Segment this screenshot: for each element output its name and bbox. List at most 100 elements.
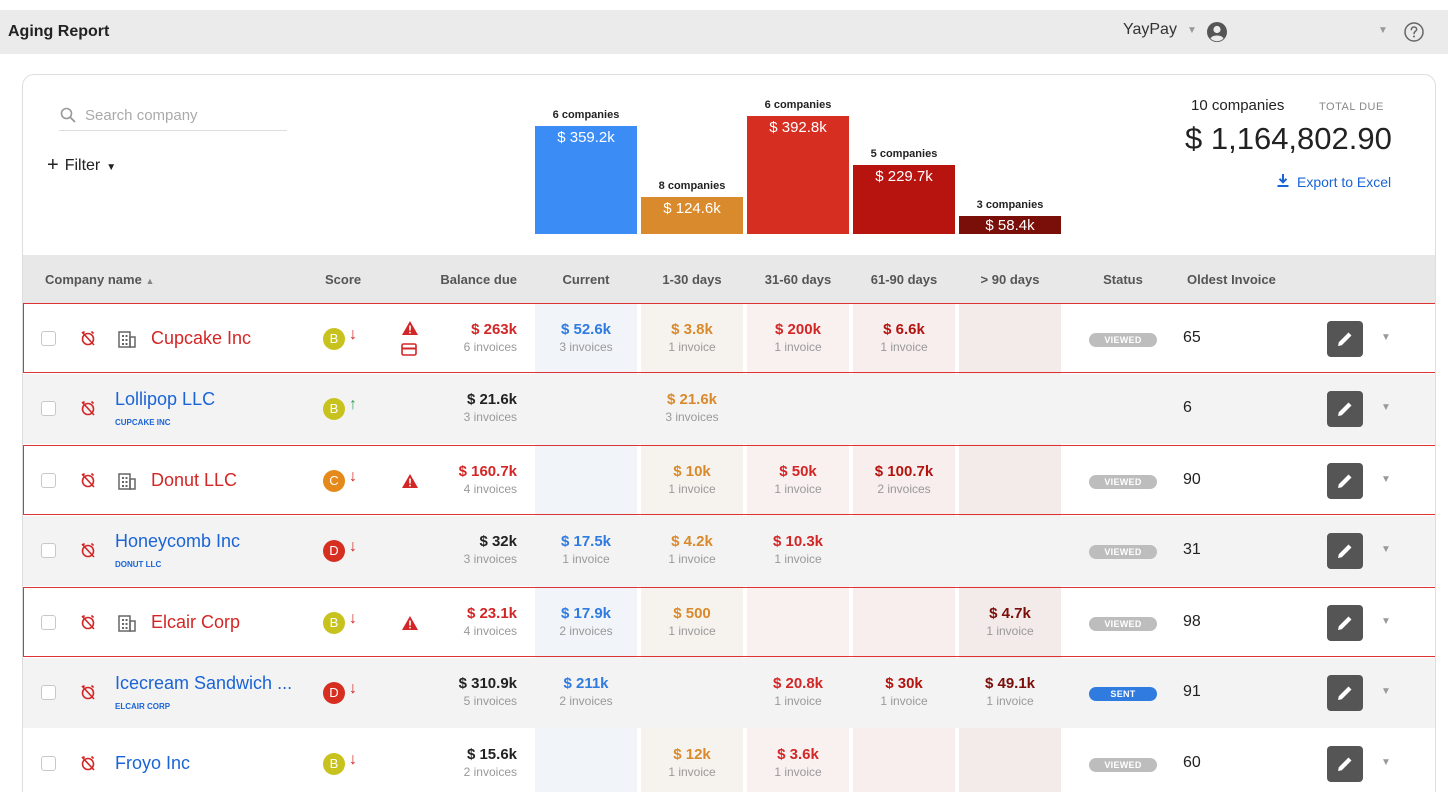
edit-button[interactable] — [1327, 463, 1363, 499]
d61-90-cell[interactable]: $ 6.6k 1 invoice — [853, 321, 955, 356]
company-name-link[interactable]: Froyo Inc — [115, 753, 190, 774]
search-input[interactable] — [85, 103, 285, 127]
balance-due-amount: $ 21.6k — [466, 391, 517, 408]
column-header-current[interactable]: Current — [535, 272, 637, 287]
d31-60-cell[interactable]: $ 20.8k 1 invoice — [747, 675, 849, 710]
edit-button[interactable] — [1327, 321, 1363, 357]
row-checkbox[interactable] — [41, 473, 56, 488]
row-menu-chevron-icon[interactable]: ▼ — [1381, 332, 1391, 343]
chevron-down-icon[interactable]: ▼ — [1187, 25, 1197, 36]
column-header-status[interactable]: Status — [1085, 272, 1161, 287]
d1-30-cell[interactable]: $ 21.6k 3 invoices — [641, 391, 743, 426]
row-menu-chevron-icon[interactable]: ▼ — [1381, 402, 1391, 413]
company-name-link[interactable]: Honeycomb Inc — [115, 531, 240, 552]
table-row[interactable]: Honeycomb Inc DONUT LLC D ↓ $ 32k 3 invoices $… — [23, 516, 1435, 586]
edit-button[interactable] — [1327, 391, 1363, 427]
score-badge: D — [323, 540, 345, 562]
plus-icon: + — [47, 154, 59, 176]
d31-60-invoice-count: 1 invoice — [774, 765, 822, 779]
column-header-oldest[interactable]: Oldest Invoice — [1187, 272, 1276, 287]
parent-company-link[interactable]: DONUT LLC — [115, 560, 161, 569]
company-count: 10 companies — [1191, 97, 1285, 114]
chart-bar[interactable]: $ 58.4k — [959, 216, 1061, 234]
oldest-invoice-days: 6 — [1183, 399, 1192, 416]
status-badge: VIEWED — [1089, 545, 1157, 559]
d1-30-cell[interactable]: $ 3.8k 1 invoice — [641, 321, 743, 356]
row-menu-chevron-icon[interactable]: ▼ — [1381, 686, 1391, 697]
chevron-down-icon[interactable]: ▼ — [1378, 25, 1388, 36]
filter-button[interactable]: + Filter ▼ — [47, 153, 116, 176]
d31-60-cell[interactable]: $ 200k 1 invoice — [747, 321, 849, 356]
parent-company-link[interactable]: CUPCAKE INC — [115, 418, 171, 427]
row-menu-chevron-icon[interactable]: ▼ — [1381, 544, 1391, 555]
table-row[interactable]: Elcair Corp B ↓ $ 23.1k 4 invoices $ 17.9k 2 i… — [23, 587, 1435, 657]
d61-90-cell[interactable]: $ 100.7k 2 invoices — [853, 463, 955, 498]
balance-invoice-count: 4 invoices — [463, 482, 517, 496]
oldest-invoice-days: 65 — [1183, 329, 1201, 346]
column-header-1-30[interactable]: 1-30 days — [641, 272, 743, 287]
company-name-link[interactable]: Cupcake Inc — [151, 328, 251, 349]
edit-button[interactable] — [1327, 605, 1363, 641]
row-checkbox[interactable] — [41, 331, 56, 346]
table-row[interactable]: Lollipop LLC CUPCAKE INC B ↑ $ 21.6k 3 invoic… — [23, 374, 1435, 444]
d61-90-cell[interactable]: $ 30k 1 invoice — [853, 675, 955, 710]
chart-bar[interactable]: $ 359.2k — [535, 126, 637, 234]
d1-30-cell[interactable]: $ 4.2k 1 invoice — [641, 533, 743, 568]
d31-60-cell[interactable]: $ 50k 1 invoice — [747, 463, 849, 498]
chart-bar[interactable]: $ 124.6k — [641, 197, 743, 234]
column-header-balance[interactable]: Balance due — [415, 272, 517, 287]
d90-cell[interactable]: $ 4.7k 1 invoice — [959, 605, 1061, 640]
d1-30-cell[interactable]: $ 500 1 invoice — [641, 605, 743, 640]
parent-company-link[interactable]: ELCAIR CORP — [115, 702, 170, 711]
balance-due-cell: $ 21.6k 3 invoices — [415, 391, 517, 426]
search-box[interactable] — [59, 103, 287, 131]
chart-bar-caption: 3 companies — [976, 199, 1044, 211]
edit-button[interactable] — [1327, 533, 1363, 569]
export-excel-link[interactable]: Export to Excel — [1277, 174, 1391, 190]
table-row[interactable]: Icecream Sandwich ... ELCAIR CORP D ↓ $ 310.… — [23, 658, 1435, 728]
trend-down-icon: ↓ — [349, 680, 357, 697]
company-name-link[interactable]: Elcair Corp — [151, 612, 240, 633]
row-menu-chevron-icon[interactable]: ▼ — [1381, 616, 1391, 627]
column-header-61-90[interactable]: 61-90 days — [853, 272, 955, 287]
table-row[interactable]: Cupcake Inc B ↓ $ 263k 6 invoices $ 52.6k 3 in… — [23, 303, 1435, 373]
row-menu-chevron-icon[interactable]: ▼ — [1381, 474, 1391, 485]
table-row[interactable]: Froyo Inc B ↓ $ 15.6k 2 invoices $ 12k 1 invoi… — [23, 729, 1435, 792]
balance-due-cell: $ 310.9k 5 invoices — [415, 675, 517, 710]
chart-bar[interactable]: $ 392.8k — [747, 116, 849, 234]
row-checkbox[interactable] — [41, 615, 56, 630]
org-switcher[interactable]: YayPay — [1123, 21, 1177, 39]
d90-cell[interactable]: $ 49.1k 1 invoice — [959, 675, 1061, 710]
row-checkbox[interactable] — [41, 543, 56, 558]
column-header-company[interactable]: Company name ▲ — [45, 272, 154, 287]
current-cell[interactable]: $ 17.9k 2 invoices — [535, 605, 637, 640]
help-icon[interactable] — [1403, 21, 1425, 43]
d31-60-cell[interactable]: $ 10.3k 1 invoice — [747, 533, 849, 568]
current-cell[interactable]: $ 52.6k 3 invoices — [535, 321, 637, 356]
current-amount: $ 211k — [563, 675, 609, 692]
balance-invoice-count: 3 invoices — [463, 552, 517, 566]
column-header-score[interactable]: Score — [325, 272, 361, 287]
column-header-31-60[interactable]: 31-60 days — [747, 272, 849, 287]
edit-button[interactable] — [1327, 675, 1363, 711]
row-checkbox[interactable] — [41, 685, 56, 700]
current-cell[interactable]: $ 211k 2 invoices — [535, 675, 637, 710]
row-checkbox[interactable] — [41, 756, 56, 771]
d1-30-cell[interactable]: $ 10k 1 invoice — [641, 463, 743, 498]
company-name-link[interactable]: Donut LLC — [151, 470, 237, 491]
company-name-link[interactable]: Icecream Sandwich ... — [115, 673, 292, 694]
current-cell[interactable]: $ 17.5k 1 invoice — [535, 533, 637, 568]
row-checkbox[interactable] — [41, 401, 56, 416]
column-header-over-90[interactable]: > 90 days — [959, 272, 1061, 287]
d31-60-amount: $ 10.3k — [772, 533, 824, 550]
chart-bar[interactable]: $ 229.7k — [853, 165, 955, 234]
d31-60-cell[interactable]: $ 3.6k 1 invoice — [747, 746, 849, 781]
d31-60-invoice-count: 1 invoice — [774, 694, 822, 708]
row-menu-chevron-icon[interactable]: ▼ — [1381, 757, 1391, 768]
user-account-icon[interactable] — [1206, 21, 1228, 43]
edit-button[interactable] — [1327, 746, 1363, 782]
search-icon — [60, 107, 76, 123]
table-row[interactable]: Donut LLC C ↓ $ 160.7k 4 invoices $ 10k 1 invo… — [23, 445, 1435, 515]
d1-30-cell[interactable]: $ 12k 1 invoice — [641, 746, 743, 781]
company-name-link[interactable]: Lollipop LLC — [115, 389, 215, 410]
